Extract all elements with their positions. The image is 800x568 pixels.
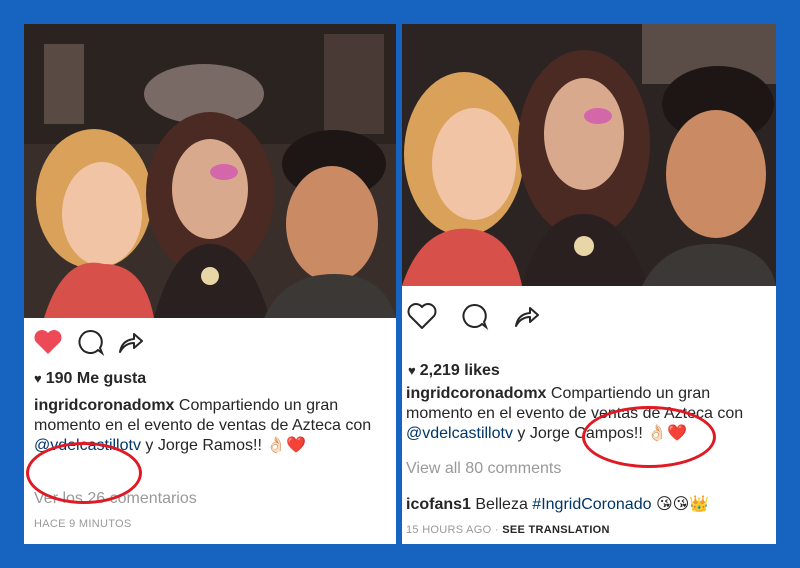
caption-and: y Jorge [140,437,203,454]
post-actions-right [402,296,776,336]
heart-small-icon: ♥ [408,363,416,378]
caption-username[interactable]: ingridcoronadomx [34,397,174,414]
caption-left: ingridcoronadomx Compartiendo un gran mo… [34,396,390,456]
caption-emojis: 👌🏻❤️ [642,425,688,442]
caption-username[interactable]: ingridcoronadomx [406,385,546,402]
share-icon[interactable] [506,296,546,336]
post-photo-right [402,24,776,286]
post-photo-left [24,24,396,318]
heart-icon[interactable] [28,322,68,362]
comment-icon[interactable] [454,296,494,336]
caption-and: y Jorge [512,425,575,442]
likes-count-right[interactable]: ♥ 2,219 likes [408,362,500,380]
comparison-frame: ♥ 190 Me gusta ingridcoronadomx Compartie… [24,24,776,544]
timestamp-text: 15 HOURS AGO [406,524,492,536]
instagram-post-left: ♥ 190 Me gusta ingridcoronadomx Compartie… [24,24,396,544]
comment-text: Belleza [470,496,533,513]
comment-icon[interactable] [70,322,110,362]
timestamp-left: HACE 9 MINUTOS [34,518,132,530]
comment-hashtag[interactable]: #IngridCoronado [532,496,651,513]
heart-small-icon: ♥ [34,371,42,386]
heart-icon[interactable] [402,296,442,336]
comment-row: icofans1 Belleza #IngridCoronado 😘😘👑 [406,494,709,514]
caption-emojis: 👌🏻❤️ [261,437,307,454]
caption-mention[interactable]: @vdelcastillotv [34,437,141,454]
timestamp-separator: · [491,524,503,536]
likes-count-left[interactable]: ♥ 190 Me gusta [34,370,146,388]
caption-mention[interactable]: @vdelcastillotv [406,425,513,442]
view-comments-left[interactable]: Ver los 26 comentarios [34,490,197,508]
post-actions-left [24,322,396,362]
timestamp-right: 15 HOURS AGO · SEE TRANSLATION [406,524,610,536]
view-comments-right[interactable]: View all 80 comments [406,460,561,478]
caption-highlight-name: Ramos!! [202,437,262,454]
comment-username[interactable]: icofans1 [406,496,471,513]
caption-right: ingridcoronadomx Compartiendo un gran mo… [406,384,772,444]
comment-emojis: 😘😘👑 [651,496,710,513]
instagram-post-right: ♥ 2,219 likes ingridcoronadomx Compartien… [402,24,776,544]
share-icon[interactable] [110,322,150,362]
caption-highlight-name: Campos!! [574,425,643,442]
see-translation-link[interactable]: SEE TRANSLATION [502,524,610,536]
